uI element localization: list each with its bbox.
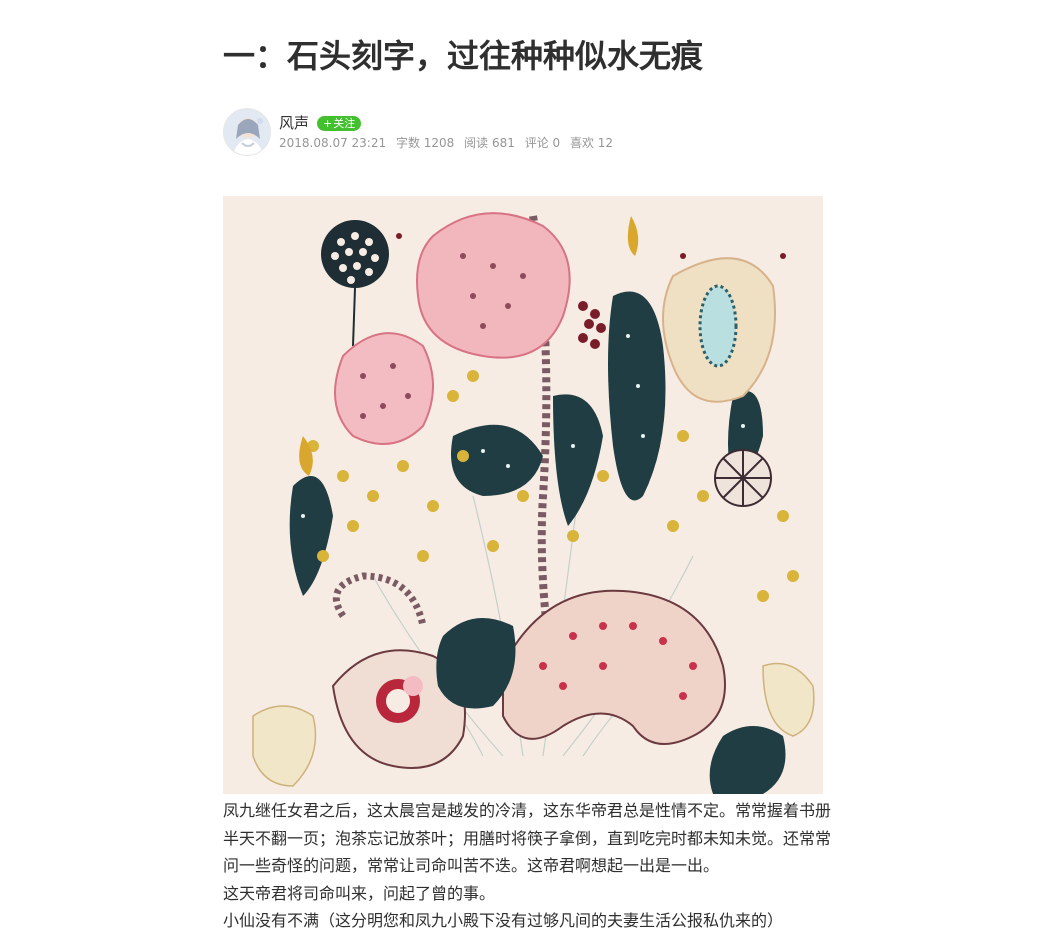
article-title: 一：石头刻字，过往种种似水无痕 xyxy=(223,37,704,75)
author-bar: 风声 + 关注 2018.08.07 23:21 字数 1208 阅读 681 … xyxy=(223,108,823,156)
view-count: 阅读 681 xyxy=(464,136,515,150)
plus-icon: + xyxy=(323,116,333,130)
avatar[interactable] xyxy=(223,108,271,156)
paragraph: 这天帝君将司命叫来，问起了曾的事。 xyxy=(223,883,496,903)
follow-button[interactable]: + 关注 xyxy=(317,115,362,131)
avatar-image xyxy=(224,109,270,155)
article-illustration xyxy=(223,196,823,794)
author-info: 风声 + 关注 2018.08.07 23:21 字数 1208 阅读 681 … xyxy=(279,112,619,151)
publish-time: 2018.08.07 23:21 xyxy=(279,136,387,150)
article-meta: 2018.08.07 23:21 字数 1208 阅读 681 评论 0 喜欢 … xyxy=(279,135,619,151)
comment-count: 评论 0 xyxy=(524,136,561,150)
paragraph: 凤九继任女君之后，这太晨宫是越发的冷清，这东华帝君总是性情不定。常常握着书册半天… xyxy=(223,801,832,875)
article-body: 凤九继任女君之后，这太晨宫是越发的冷清，这东华帝君总是性情不定。常常握着书册半天… xyxy=(223,797,843,935)
word-count: 字数 1208 xyxy=(395,136,455,150)
follow-label: 关注 xyxy=(333,116,356,130)
author-name[interactable]: 风声 xyxy=(279,112,309,134)
flower-illustration xyxy=(223,196,823,794)
author-name-row: 风声 + 关注 xyxy=(279,112,619,134)
like-count: 喜欢 12 xyxy=(569,136,614,150)
paragraph: 小仙没有不满（这分明您和凤九小殿下没有过够凡间的夫妻生活公报私仇来的） xyxy=(223,911,784,930)
